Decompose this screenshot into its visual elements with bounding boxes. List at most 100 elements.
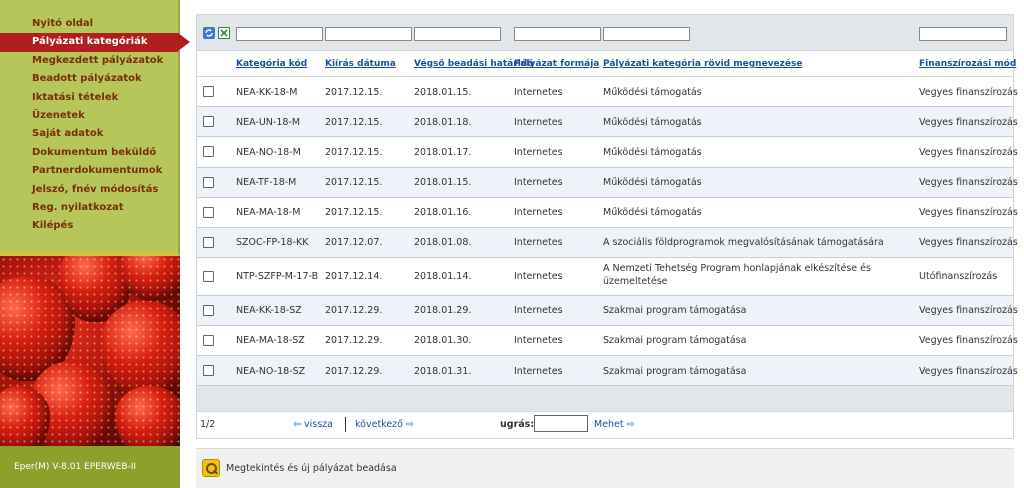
cell-name: A Nemzeti Tehetség Program honlapjának e… xyxy=(603,263,871,288)
strawberry-photo xyxy=(0,256,180,446)
cell-deadline: 2018.01.15. xyxy=(414,86,472,98)
export-excel-icon[interactable] xyxy=(218,27,230,39)
cell-name: Szakmai program támogatása xyxy=(603,335,747,347)
table-row[interactable]: SZOC-FP-18-KK 2017.12.07. 2018.01.08. Inter… xyxy=(197,227,1018,259)
cell-issue-date: 2017.12.15. xyxy=(325,207,383,219)
sidebar-item-8[interactable]: Partnerdokumentumok xyxy=(0,162,178,180)
table-row[interactable]: NEA-UN-18-M 2017.12.15. 2018.01.18. Interne… xyxy=(197,107,1018,138)
sidebar-item-10[interactable]: Reg. nyilatkozat xyxy=(0,199,178,217)
table-row[interactable]: NEA-KK-18-SZ 2017.12.29. 2018.01.29. Intern… xyxy=(197,295,1018,326)
cell-financing: Utófinanszírozás xyxy=(919,270,998,282)
cell-deadline: 2018.01.29. xyxy=(414,305,472,317)
header-code[interactable]: Kategória kód xyxy=(236,59,307,69)
refresh-icon[interactable] xyxy=(203,27,215,39)
row-checkbox[interactable] xyxy=(203,206,214,218)
cell-issue-date: 2017.12.14. xyxy=(325,270,383,282)
cell-name: Működési támogatás xyxy=(603,116,702,128)
filter-deadline-input[interactable] xyxy=(414,27,501,41)
table-header: Kategória kód Kiírás dátuma Végső beadás… xyxy=(197,51,1016,77)
cell-financing: Vegyes finanszírozás xyxy=(919,146,1018,158)
page-info: 1/2 xyxy=(200,419,216,431)
header-issue-date[interactable]: Kiírás dátuma xyxy=(325,59,396,69)
filter-row xyxy=(197,15,1013,51)
sidebar-item-11[interactable]: Kilépés xyxy=(0,217,178,235)
table-row[interactable]: NEA-TF-18-M 2017.12.15. 2018.01.15. Interne… xyxy=(197,167,1018,198)
cell-form: Internetes xyxy=(514,207,563,219)
arrow-right-icon: ⇨ xyxy=(626,419,635,431)
sidebar: Nyitó oldal Pályázati kategóriák Megkezdet… xyxy=(0,0,190,488)
cell-form: Internetes xyxy=(514,116,563,128)
table-body: NEA-KK-18-M 2017.12.15. 2018.01.15. Interne… xyxy=(197,77,1018,387)
sidebar-menu: Nyitó oldal Pályázati kategóriák Megkezdet… xyxy=(0,0,190,236)
header-name[interactable]: Pályázati kategória rövid megnevezése xyxy=(603,59,802,69)
cell-form: Internetes xyxy=(514,270,563,282)
sidebar-item-0[interactable]: Nyitó oldal xyxy=(0,15,178,33)
cell-deadline: 2018.01.31. xyxy=(414,365,472,377)
filter-code-input[interactable] xyxy=(236,27,323,41)
header-form[interactable]: Pályázat formája xyxy=(514,59,599,69)
table-row[interactable]: NEA-NO-18-SZ 2017.12.29. 2018.01.31. Intern… xyxy=(197,356,1018,387)
jump-label: ugrás: xyxy=(500,419,535,431)
cell-financing: Vegyes finanszírozás xyxy=(919,116,1018,128)
cell-code: NEA-NO-18-M xyxy=(236,146,301,158)
prev-page-link[interactable]: ⇦ vissza xyxy=(293,419,333,430)
cell-issue-date: 2017.12.29. xyxy=(325,335,383,347)
sidebar-item-9[interactable]: Jelszó, fnév módosítás xyxy=(0,181,178,199)
cell-deadline: 2018.01.18. xyxy=(414,116,472,128)
row-checkbox[interactable] xyxy=(203,271,214,283)
cell-code: NEA-NO-18-SZ xyxy=(236,365,306,377)
row-checkbox[interactable] xyxy=(203,236,214,248)
sidebar-item-6[interactable]: Saját adatok xyxy=(0,125,178,143)
cell-form: Internetes xyxy=(514,365,563,377)
row-checkbox[interactable] xyxy=(203,176,214,188)
go-button[interactable]: Mehet ⇨ xyxy=(594,419,635,430)
view-and-submit-label[interactable]: Megtekintés és új pályázat beadása xyxy=(226,463,397,474)
pager-separator xyxy=(345,417,346,433)
next-page-link[interactable]: következő ⇨ xyxy=(355,419,414,430)
table-row[interactable]: NTP-SZFP-M-17-B 2017.12.14. 2018.01.14. Int… xyxy=(197,258,1013,296)
sidebar-item-5[interactable]: Üzenetek xyxy=(0,107,178,125)
table-row[interactable]: NEA-KK-18-M 2017.12.15. 2018.01.15. Interne… xyxy=(197,77,1018,108)
cell-name: Működési támogatás xyxy=(603,207,702,219)
table-row[interactable]: NEA-MA-18-SZ 2017.12.29. 2018.01.30. Intern… xyxy=(197,325,1018,356)
cell-code: NTP-SZFP-M-17-B xyxy=(236,270,319,282)
header-financing[interactable]: Finanszírozási mód xyxy=(919,59,1016,69)
table-footer-band xyxy=(197,386,1013,413)
cell-code: NEA-KK-18-SZ xyxy=(236,305,302,317)
cell-deadline: 2018.01.08. xyxy=(414,237,472,249)
magnifier-icon[interactable] xyxy=(202,459,220,477)
cell-financing: Vegyes finanszírozás xyxy=(919,305,1018,317)
categories-grid: Kategória kód Kiírás dátuma Végső beadás… xyxy=(196,14,1018,440)
filter-financing-input[interactable] xyxy=(919,27,1007,41)
cell-deadline: 2018.01.14. xyxy=(414,270,472,282)
cell-issue-date: 2017.12.15. xyxy=(325,86,383,98)
sidebar-item-1[interactable]: Pályázati kategóriák xyxy=(0,33,190,52)
cell-deadline: 2018.01.30. xyxy=(414,335,472,347)
sidebar-item-2[interactable]: Megkezdett pályázatok xyxy=(0,52,178,70)
filter-issue-date-input[interactable] xyxy=(325,27,412,41)
cell-issue-date: 2017.12.15. xyxy=(325,177,383,189)
row-checkbox[interactable] xyxy=(203,86,214,97)
cell-financing: Vegyes finanszírozás xyxy=(919,86,1018,98)
cell-form: Internetes xyxy=(514,86,563,98)
filter-form-input[interactable] xyxy=(514,27,601,41)
table-row[interactable]: NEA-NO-18-M 2017.12.15. 2018.01.17. Interne… xyxy=(197,137,1018,168)
go-label: Mehet xyxy=(594,419,624,431)
cell-deadline: 2018.01.15. xyxy=(414,177,472,189)
cell-code: NEA-UN-18-M xyxy=(236,116,301,128)
sidebar-item-7[interactable]: Dokumentum beküldő xyxy=(0,144,178,162)
row-checkbox[interactable] xyxy=(203,365,214,376)
row-checkbox[interactable] xyxy=(203,116,214,128)
row-checkbox[interactable] xyxy=(203,304,214,316)
sidebar-item-3[interactable]: Beadott pályázatok xyxy=(0,70,178,88)
sidebar-item-4[interactable]: Iktatási tételek xyxy=(0,89,178,107)
row-checkbox[interactable] xyxy=(203,334,214,346)
jump-page-input[interactable] xyxy=(534,415,588,433)
cell-deadline: 2018.01.16. xyxy=(414,207,472,219)
prev-page-label: vissza xyxy=(304,419,333,431)
cell-code: NEA-TF-18-M xyxy=(236,177,297,189)
row-checkbox[interactable] xyxy=(203,146,214,158)
table-row[interactable]: NEA-MA-18-M 2017.12.15. 2018.01.16. Interne… xyxy=(197,197,1018,228)
filter-name-input[interactable] xyxy=(603,27,690,41)
cell-form: Internetes xyxy=(514,177,563,189)
